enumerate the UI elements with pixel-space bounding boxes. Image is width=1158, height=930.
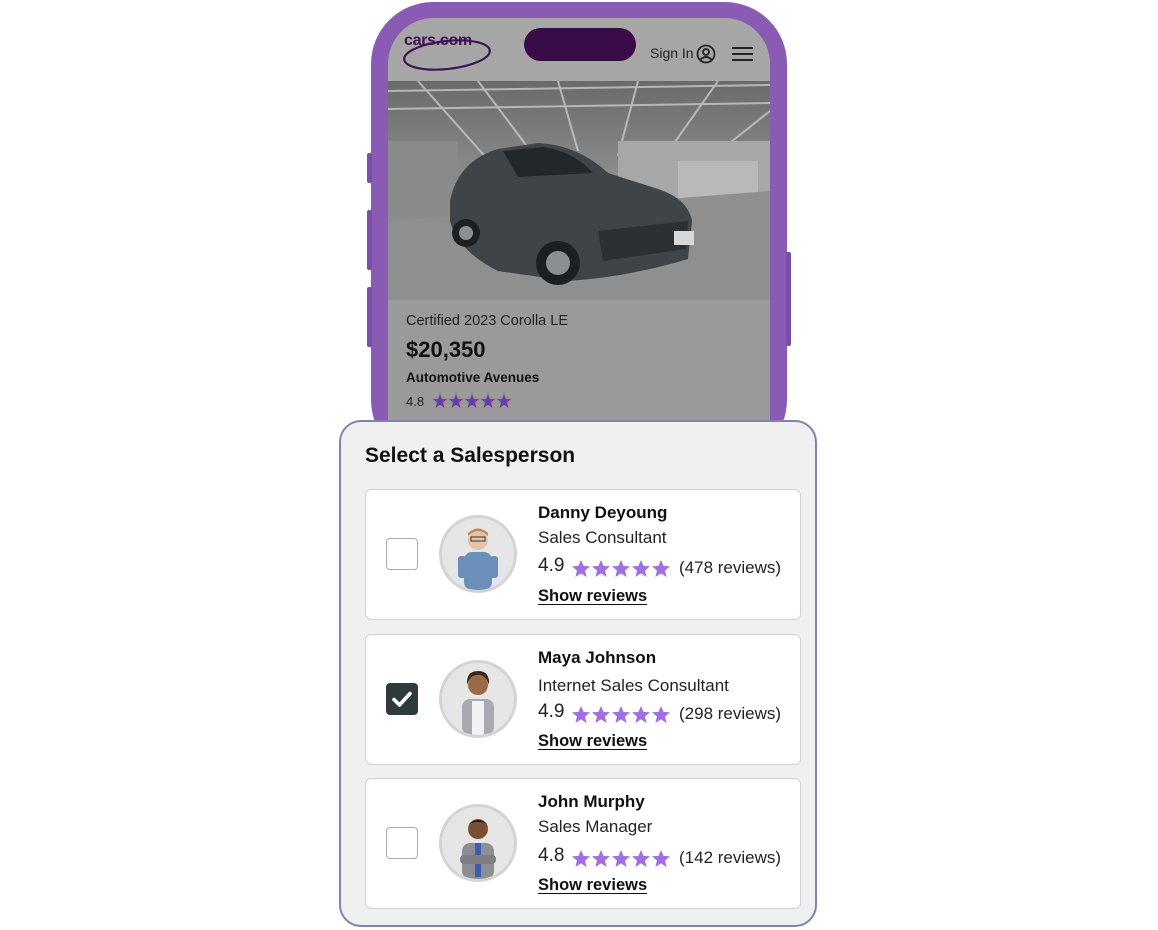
review-count: (142 reviews) <box>679 848 782 867</box>
salesperson-name: Maya Johnson <box>538 648 657 667</box>
star-icon <box>465 394 479 408</box>
phone-volume-down <box>367 287 372 347</box>
star-icon <box>612 850 630 867</box>
star-icon <box>572 850 590 867</box>
phone-volume-up <box>367 210 372 270</box>
hamburger-menu-icon[interactable] <box>732 46 754 62</box>
star-icon <box>612 706 630 723</box>
checkmark-icon <box>392 691 412 707</box>
show-reviews-link[interactable]: Show reviews <box>538 876 647 895</box>
car-photo[interactable] <box>388 81 770 300</box>
salesperson-checkbox[interactable] <box>386 827 418 859</box>
star-icon <box>572 706 590 723</box>
star-icon <box>632 850 650 867</box>
salesperson-role: Sales Manager <box>538 817 653 836</box>
salesperson-rating: 4.8 <box>538 845 565 866</box>
listing-price: $20,350 <box>406 337 486 362</box>
star-icon <box>612 560 630 577</box>
salesperson-star-rating <box>572 560 670 577</box>
avatar <box>439 804 517 882</box>
salesperson-star-rating <box>572 850 670 867</box>
dealer-name[interactable]: Automotive Avenues <box>406 370 539 385</box>
star-icon <box>592 850 610 867</box>
phone-power-button <box>786 252 791 346</box>
logo-text: cars.com <box>404 32 472 49</box>
star-icon <box>652 560 670 577</box>
avatar <box>439 660 517 738</box>
salesperson-star-rating <box>572 706 670 723</box>
dealer-rating-value: 4.8 <box>406 394 425 409</box>
star-icon <box>449 394 463 408</box>
salesperson-name: Danny Deyoung <box>538 503 668 522</box>
salesperson-checkbox[interactable] <box>386 683 418 715</box>
star-icon <box>497 394 511 408</box>
star-icon <box>652 706 670 723</box>
star-icon <box>592 706 610 723</box>
listing-title[interactable]: Certified 2023 Corolla LE <box>406 313 568 329</box>
person-photo-icon <box>462 671 494 735</box>
dealer-star-rating <box>433 394 511 408</box>
person-photo-icon <box>460 819 496 879</box>
star-icon <box>592 560 610 577</box>
star-icon <box>433 394 447 408</box>
salesperson-role: Sales Consultant <box>538 528 667 547</box>
salesperson-checkbox[interactable] <box>386 538 418 570</box>
sign-in-link[interactable]: Sign In <box>650 45 694 61</box>
dynamic-island <box>524 28 636 61</box>
salesperson-rating: 4.9 <box>538 701 565 722</box>
salesperson-name: John Murphy <box>538 792 645 811</box>
phone-side-button <box>367 153 372 183</box>
show-reviews-link[interactable]: Show reviews <box>538 732 647 751</box>
review-count: (298 reviews) <box>679 704 782 723</box>
star-icon <box>652 850 670 867</box>
avatar <box>439 515 517 593</box>
salesperson-role: Internet Sales Consultant <box>538 676 729 695</box>
panel-title: Select a Salesperson <box>365 444 576 467</box>
star-icon <box>572 560 590 577</box>
star-icon <box>481 394 495 408</box>
salesperson-card[interactable]: Maya Johnson Internet Sales Consultant 4… <box>365 634 801 765</box>
person-photo-icon <box>458 528 498 590</box>
review-count: (478 reviews) <box>679 558 782 577</box>
select-salesperson-panel: Select a Salesperson Danny Deyoung Sales… <box>339 420 817 927</box>
phone-screen: cars.com Sign In Certified 2023 Corolla … <box>388 18 770 458</box>
star-icon <box>632 560 650 577</box>
salesperson-card[interactable]: Danny Deyoung Sales Consultant 4.9 (478 … <box>365 489 801 620</box>
star-icon <box>632 706 650 723</box>
user-circle-icon[interactable] <box>696 44 716 64</box>
salesperson-rating: 4.9 <box>538 555 565 576</box>
salesperson-card[interactable]: John Murphy Sales Manager 4.8 (142 revie… <box>365 778 801 909</box>
show-reviews-link[interactable]: Show reviews <box>538 587 647 606</box>
